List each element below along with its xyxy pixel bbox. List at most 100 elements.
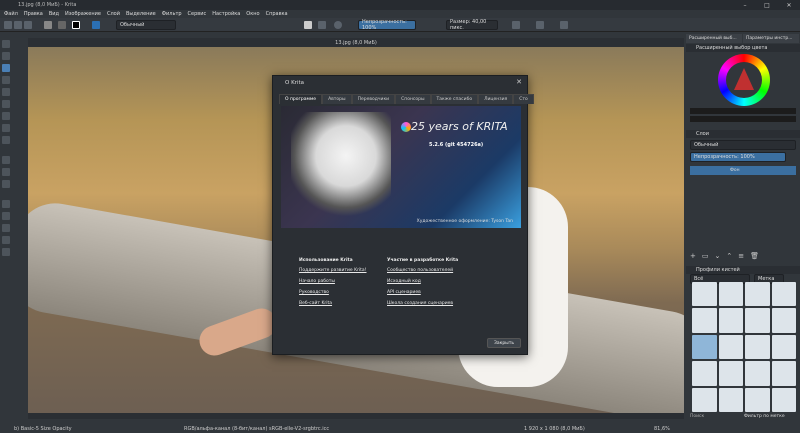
brush-preset[interactable] xyxy=(771,334,796,360)
ellipse-select-icon[interactable] xyxy=(2,212,10,220)
menu-file[interactable]: Файл xyxy=(4,11,18,17)
brush-preset[interactable] xyxy=(745,282,770,307)
brush-preset[interactable] xyxy=(745,334,770,360)
brush-preset[interactable] xyxy=(771,387,796,412)
color-wheel[interactable] xyxy=(718,54,770,106)
status-zoom[interactable]: 81,6% xyxy=(654,426,670,432)
zoom-tool-icon[interactable] xyxy=(2,248,10,256)
brush-preset-icon[interactable] xyxy=(92,21,100,29)
rect-select-icon[interactable] xyxy=(2,200,10,208)
select-tool-icon[interactable] xyxy=(2,40,10,48)
brush-preset[interactable] xyxy=(718,308,743,333)
line-tool-icon[interactable] xyxy=(2,76,10,84)
menu-window[interactable]: Окно xyxy=(246,11,259,17)
blend-mode-select[interactable]: Обычный xyxy=(116,20,176,30)
transform-tool-icon[interactable] xyxy=(2,136,10,144)
brush-tool-icon[interactable] xyxy=(2,64,10,72)
wrap-around-icon[interactable] xyxy=(560,21,568,29)
move-up-icon[interactable]: ⌃ xyxy=(726,252,732,262)
lasso-select-icon[interactable] xyxy=(2,224,10,232)
brush-preset[interactable] xyxy=(718,282,743,307)
delete-layer-icon[interactable]: 🗑 xyxy=(750,252,759,262)
brush-preset[interactable] xyxy=(718,387,743,412)
brush-search[interactable]: Поиск xyxy=(690,414,704,419)
menu-filter[interactable]: Фильтр xyxy=(162,11,182,17)
menu-select[interactable]: Выделение xyxy=(126,11,156,17)
color-history[interactable] xyxy=(690,108,796,114)
fill-tool-icon[interactable] xyxy=(2,168,10,176)
link-api[interactable]: API сценариев xyxy=(387,290,458,295)
link-school[interactable]: Школа создания сценариев xyxy=(387,301,458,306)
brush-preset[interactable] xyxy=(692,308,717,333)
duplicate-layer-icon[interactable]: ▭ xyxy=(702,252,709,262)
polygon-tool-icon[interactable] xyxy=(2,100,10,108)
alpha-lock-icon[interactable] xyxy=(318,21,326,29)
move-down-icon[interactable]: ⌄ xyxy=(715,252,721,262)
link-getting-started[interactable]: Начало работы xyxy=(299,279,367,284)
size-slider[interactable]: Размер: 40,00 пикс. xyxy=(446,19,498,31)
gradient-icon[interactable] xyxy=(44,21,52,29)
mirror-horizontal-icon[interactable] xyxy=(512,21,520,29)
menu-image[interactable]: Изображение xyxy=(65,11,101,17)
reload-icon[interactable] xyxy=(334,21,342,29)
layers-blend-select[interactable]: Обычный xyxy=(690,140,796,150)
save-icon[interactable] xyxy=(24,21,32,29)
open-icon[interactable] xyxy=(14,21,22,29)
brush-preset[interactable] xyxy=(745,387,770,412)
document-tab[interactable]: 13.jpg (8,0 МиБ) xyxy=(28,38,684,47)
gradient-tool-icon[interactable] xyxy=(2,156,10,164)
brush-preset[interactable] xyxy=(692,361,717,386)
close-button[interactable]: Закрыть xyxy=(487,338,521,348)
menu-view[interactable]: Вид xyxy=(49,11,59,17)
menu-tools[interactable]: Сервис xyxy=(188,11,207,17)
brush-preset[interactable] xyxy=(718,334,743,360)
brush-preset[interactable] xyxy=(718,361,743,386)
tab-authors[interactable]: Авторы xyxy=(322,94,352,104)
bezier-tool-icon[interactable] xyxy=(2,112,10,120)
mirror-vertical-icon[interactable] xyxy=(536,21,544,29)
tab-about[interactable]: О программе xyxy=(279,94,323,104)
brush-preset[interactable] xyxy=(692,282,717,307)
layer-row[interactable]: Фон xyxy=(690,166,796,175)
brush-preset[interactable] xyxy=(771,282,796,307)
menu-settings[interactable]: Настройка xyxy=(212,11,240,17)
new-document-icon[interactable] xyxy=(4,21,12,29)
add-layer-icon[interactable]: + xyxy=(690,252,696,262)
opacity-slider[interactable]: Непрозрачность: 100% xyxy=(358,19,416,31)
link-community[interactable]: Сообщество пользователей xyxy=(387,268,458,273)
tab-license[interactable]: Лицензия xyxy=(478,94,514,104)
layers-opacity-slider[interactable]: Непрозрачность: 100% xyxy=(690,152,786,162)
tab-thanks[interactable]: Также спасибо xyxy=(430,94,479,104)
brush-preset[interactable] xyxy=(745,361,770,386)
menu-help[interactable]: Справка xyxy=(266,11,288,17)
close-window-button[interactable]: ✕ xyxy=(778,0,800,10)
text-tool-icon[interactable] xyxy=(2,52,10,60)
tab-translators[interactable]: Переводчики xyxy=(351,94,396,104)
brush-preset[interactable] xyxy=(771,361,796,386)
horizontal-scrollbar[interactable] xyxy=(28,413,684,419)
menu-layer[interactable]: Слой xyxy=(107,11,120,17)
link-source[interactable]: Исходный код xyxy=(387,279,458,284)
link-manual[interactable]: Руководство xyxy=(299,290,367,295)
tab-sponsors[interactable]: Спонсоры xyxy=(395,94,431,104)
close-icon[interactable]: ✕ xyxy=(516,78,522,86)
brush-preset[interactable] xyxy=(745,308,770,333)
magic-wand-icon[interactable] xyxy=(2,236,10,244)
move-tool-icon[interactable] xyxy=(2,124,10,132)
menu-edit[interactable]: Правка xyxy=(24,11,43,17)
brush-preset[interactable] xyxy=(692,387,717,412)
tab-more[interactable]: Сто xyxy=(513,94,534,104)
eraser-icon[interactable] xyxy=(304,21,312,29)
color-history-2[interactable] xyxy=(690,116,796,122)
tab-advanced-color[interactable]: Расширенный выб... xyxy=(686,34,742,43)
link-website[interactable]: Веб-сайт Krita xyxy=(299,301,367,306)
filter-by-tag-checkbox[interactable]: Фильтр по метке xyxy=(744,414,785,419)
brush-preset[interactable] xyxy=(771,308,796,333)
colorpicker-tool-icon[interactable] xyxy=(2,180,10,188)
maximize-button[interactable]: □ xyxy=(756,0,778,10)
color-triangle[interactable] xyxy=(734,68,754,90)
rectangle-tool-icon[interactable] xyxy=(2,88,10,96)
brush-preset[interactable] xyxy=(692,334,717,360)
tab-tool-options[interactable]: Параметры инстр... xyxy=(743,34,799,43)
pattern-icon[interactable] xyxy=(58,21,66,29)
